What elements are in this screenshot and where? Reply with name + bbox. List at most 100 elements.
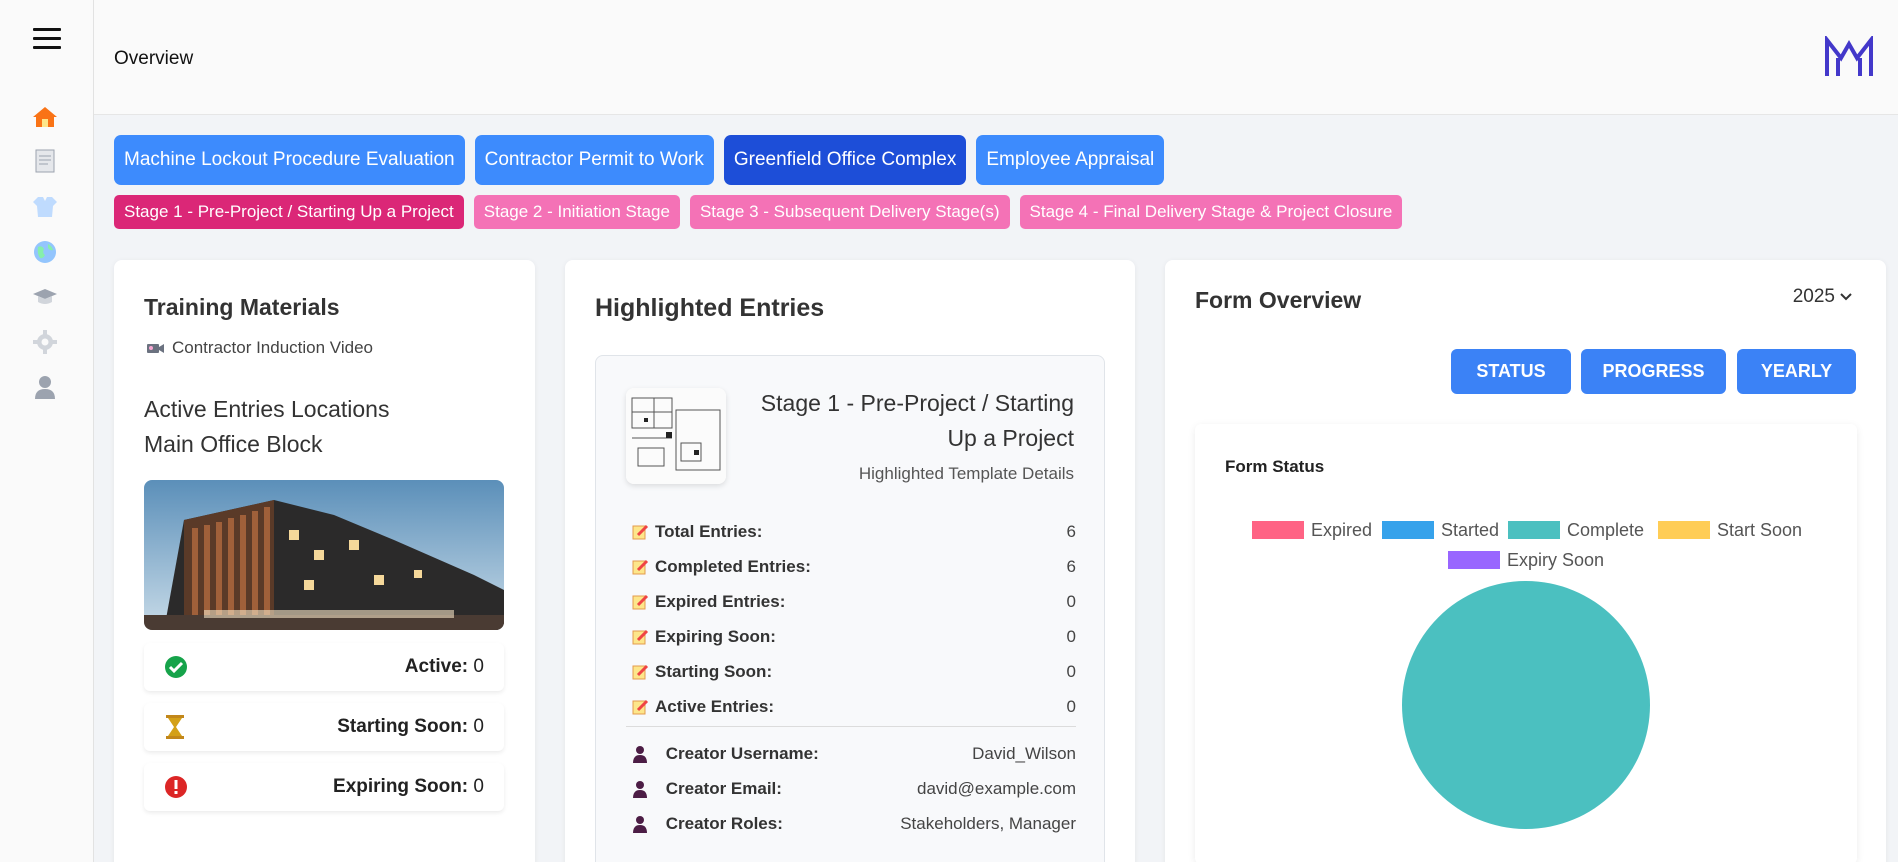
year-value: 2025 — [1792, 286, 1835, 307]
form-status-pie-chart: Expired Started Complete Start Soon Expiry S… — [1252, 520, 1802, 829]
tab-contractor-permit[interactable]: Contractor Permit to Work — [474, 135, 714, 185]
sidebar-item-settings[interactable] — [31, 328, 59, 356]
stage-tab-3[interactable]: Stage 3 - Subsequent Delivery Stage(s) — [689, 195, 1010, 229]
creator-roles-row: Creator Roles: Stakeholders, Manager — [631, 806, 1076, 841]
alert-circle-icon — [165, 776, 187, 798]
active-label: Active: — [404, 656, 469, 677]
highlighted-entries-title: Highlighted Entries — [595, 294, 825, 322]
top-bar: Overview — [94, 0, 1898, 115]
active-entries-label: Active Entries: — [655, 696, 775, 716]
legend-swatch-expired[interactable] — [1252, 521, 1304, 539]
total-entries-value: 6 — [1066, 521, 1076, 541]
legend-label-expired[interactable]: Expired — [1311, 520, 1372, 540]
legend-label-started[interactable]: Started — [1441, 520, 1499, 540]
sidebar — [0, 0, 94, 862]
starting-soon-label: Starting Soon: — [337, 716, 469, 737]
pencil-memo-icon — [632, 629, 649, 644]
stage-tab-2[interactable]: Stage 2 - Initiation Stage — [473, 195, 680, 229]
highlighted-subtitle: Highlighted Template Details — [858, 464, 1074, 483]
user-silhouette-icon — [633, 745, 647, 763]
hamburger-line — [33, 46, 61, 49]
stage-tab-4[interactable]: Stage 4 - Final Delivery Stage & Project… — [1019, 195, 1403, 229]
document-icon — [35, 149, 55, 173]
completed-entries-value: 6 — [1066, 556, 1076, 576]
total-entries-label: Total Entries: — [655, 521, 763, 541]
location-photo — [144, 480, 504, 630]
tab-machine-lockout[interactable]: Machine Lockout Procedure Evaluation — [114, 135, 465, 185]
creator-email-label: Creator Email: — [665, 778, 782, 798]
tab-greenfield-office[interactable]: Greenfield Office Complex — [723, 135, 967, 185]
pencil-memo-icon — [632, 524, 649, 539]
form-overview-title: Form Overview — [1195, 287, 1362, 313]
creator-roles-value: Stakeholders, Manager — [900, 813, 1076, 833]
year-select[interactable]: 2025 — [1793, 286, 1852, 308]
starting-soon-row: Starting Soon: 0 — [631, 654, 1076, 689]
user-icon — [35, 376, 55, 399]
legend-swatch-started[interactable] — [1382, 521, 1434, 539]
training-video-link[interactable]: Contractor Induction Video — [144, 338, 373, 358]
sidebar-item-documents[interactable] — [31, 148, 59, 176]
form-status-chart-card: Form Status Expired Started Complete Start … — [1195, 424, 1857, 862]
total-entries-row: Total Entries: 6 — [631, 514, 1076, 549]
pencil-memo-icon — [632, 594, 649, 609]
sidebar-item-home[interactable] — [31, 103, 59, 131]
highlighted-stage-name: Stage 1 - Pre-Project / Starting Up a Pr… — [760, 390, 1074, 451]
legend-label-expiry-soon[interactable]: Expiry Soon — [1507, 550, 1604, 570]
home-icon — [33, 107, 57, 127]
page-title: Overview — [114, 48, 194, 69]
training-materials-title: Training Materials — [144, 294, 340, 320]
pencil-memo-icon — [632, 664, 649, 679]
pie-slice-complete[interactable] — [1402, 581, 1650, 829]
hourglass-icon — [166, 715, 184, 739]
active-value: 0 — [473, 656, 484, 677]
legend-swatch-complete[interactable] — [1508, 521, 1560, 539]
uniform-icon — [33, 197, 57, 217]
pencil-memo-icon — [632, 699, 649, 714]
yearly-button[interactable]: YEARLY — [1737, 349, 1856, 394]
completed-entries-label: Completed Entries: — [655, 556, 811, 576]
check-circle-icon — [165, 656, 187, 678]
starting-soon-entries-value: 0 — [1066, 661, 1076, 681]
floorplan-thumbnail — [626, 388, 726, 484]
template-tabs: Machine Lockout Procedure Evaluation Con… — [114, 135, 1165, 185]
expired-entries-label: Expired Entries: — [655, 591, 786, 611]
user-silhouette-icon — [633, 780, 647, 798]
training-materials-card: Training Materials Contractor Induction … — [114, 260, 535, 862]
highlighted-entries-card: Highlighted Entries Stage 1 - Pre-Projec… — [565, 260, 1135, 862]
gear-icon — [33, 330, 57, 354]
logo-icon — [1825, 36, 1873, 76]
legend-label-complete[interactable]: Complete — [1567, 520, 1644, 540]
status-button[interactable]: STATUS — [1451, 349, 1571, 394]
pencil-memo-icon — [632, 559, 649, 574]
creator-roles-label: Creator Roles: — [665, 813, 783, 833]
creator-username-row: Creator Username: David_Wilson — [631, 736, 1076, 771]
chevron-down-icon — [1840, 293, 1852, 301]
sidebar-item-globe[interactable] — [31, 238, 59, 266]
sidebar-item-profile[interactable] — [31, 373, 59, 401]
expiring-soon-value: 0 — [473, 776, 484, 797]
starting-soon-entries-label: Starting Soon: — [655, 661, 773, 681]
globe-icon — [34, 241, 56, 263]
stage-tab-1[interactable]: Stage 1 - Pre-Project / Starting Up a Pr… — [114, 195, 464, 229]
active-entries-value: 0 — [1066, 696, 1076, 716]
user-silhouette-icon — [633, 815, 647, 833]
form-overview-card: Form Overview 2025 STATUS PROGRESS YEARL… — [1165, 260, 1886, 862]
tab-employee-appraisal[interactable]: Employee Appraisal — [976, 135, 1165, 185]
creator-username-value: David_Wilson — [972, 743, 1076, 763]
legend-swatch-start-soon[interactable] — [1658, 521, 1710, 539]
creator-username-label: Creator Username: — [665, 743, 819, 763]
highlighted-entry: Stage 1 - Pre-Project / Starting Up a Pr… — [595, 355, 1105, 862]
expired-entries-value: 0 — [1066, 591, 1076, 611]
starting-soon-value: 0 — [473, 716, 484, 737]
expiring-soon-entries-label: Expiring Soon: — [655, 626, 776, 646]
creator-email-row: Creator Email: david@example.com — [631, 771, 1076, 806]
progress-button[interactable]: PROGRESS — [1581, 349, 1726, 394]
active-locations-title: Active Entries Locations — [144, 396, 390, 422]
active-locations-heading: Active Entries Locations Main Office Blo… — [144, 392, 389, 462]
sidebar-item-uniform[interactable] — [31, 193, 59, 221]
expired-entries-row: Expired Entries: 0 — [631, 584, 1076, 619]
sidebar-item-training[interactable] — [31, 283, 59, 311]
menu-toggle-button[interactable] — [33, 28, 61, 52]
legend-swatch-expiry-soon[interactable] — [1448, 551, 1500, 569]
legend-label-start-soon[interactable]: Start Soon — [1717, 520, 1802, 540]
